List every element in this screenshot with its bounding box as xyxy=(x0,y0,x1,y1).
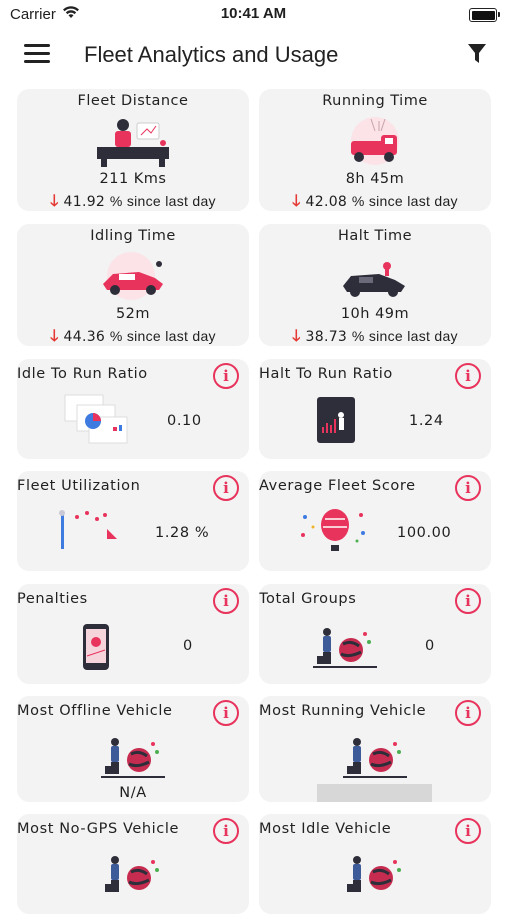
card-label: Fleet Utilization xyxy=(17,478,141,494)
charts-illustration xyxy=(63,391,129,451)
info-icon[interactable]: i xyxy=(213,475,239,501)
card-delta: 🡓 41.92 % since last day xyxy=(17,190,249,211)
halt-time-card[interactable]: Halt Time 10h 49m 🡓 38.73 % since last d… xyxy=(259,224,491,346)
hamburger-menu-icon[interactable] xyxy=(24,44,50,66)
running-time-card[interactable]: Running Time 8h 45m 🡓 42.08 % since last… xyxy=(259,89,491,211)
most-idle-vehicle-card[interactable]: Most Idle Vehicle i xyxy=(259,814,491,914)
down-arrow-icon: 🡓 xyxy=(292,191,301,210)
card-value: 8h 45m xyxy=(345,171,405,187)
card-value: 211 Kms xyxy=(99,171,167,187)
card-label: Average Fleet Score xyxy=(259,478,416,494)
halt-to-run-ratio-card[interactable]: Halt To Run Ratio i 1.24 xyxy=(259,359,491,459)
status-bar: Carrier 10:41 AM xyxy=(0,0,507,30)
globe-person-illustration xyxy=(313,624,379,674)
total-groups-card[interactable]: Total Groups i 0 xyxy=(259,584,491,684)
utilization-illustration xyxy=(53,507,123,561)
card-label: Halt To Run Ratio xyxy=(259,366,393,382)
down-arrow-icon: 🡓 xyxy=(50,326,59,345)
red-truck-illustration xyxy=(335,115,415,171)
delta-value: 44.36 xyxy=(63,329,106,345)
most-offline-vehicle-card[interactable]: Most Offline Vehicle i N/A xyxy=(17,696,249,802)
card-delta: 🡓 44.36 % since last day xyxy=(17,325,249,346)
tablet-illustration xyxy=(313,395,357,449)
card-delta: 🡓 38.73 % since last day xyxy=(259,325,491,346)
card-value: N/A xyxy=(119,785,147,801)
globe-person-illustration xyxy=(101,734,167,784)
delta-text: % since last day xyxy=(109,193,216,209)
average-fleet-score-card[interactable]: Average Fleet Score i 100.00 xyxy=(259,471,491,571)
card-label: Most No-GPS Vehicle xyxy=(17,821,180,837)
card-value: 52m xyxy=(115,306,151,322)
info-icon[interactable]: i xyxy=(455,588,481,614)
card-value: 1.24 xyxy=(409,413,444,429)
card-label: Fleet Distance xyxy=(77,93,189,109)
info-icon[interactable]: i xyxy=(455,475,481,501)
status-time: 10:41 AM xyxy=(220,5,287,22)
card-value: 0.10 xyxy=(167,413,202,429)
balloon-illustration xyxy=(299,507,369,561)
info-icon[interactable]: i xyxy=(213,700,239,726)
info-icon[interactable]: i xyxy=(455,700,481,726)
card-value: 0 xyxy=(183,638,193,654)
card-label: Running Time xyxy=(322,93,428,109)
card-value: 100.00 xyxy=(397,525,452,541)
dark-car-illustration xyxy=(335,250,415,306)
globe-person-illustration xyxy=(101,852,167,902)
card-label: Most Running Vehicle xyxy=(259,703,427,719)
card-label: Halt Time xyxy=(337,228,413,244)
card-label: Penalties xyxy=(17,591,88,607)
idling-time-card[interactable]: Idling Time 52m 🡓 44.36 % since last day xyxy=(17,224,249,346)
card-label: Idle To Run Ratio xyxy=(17,366,148,382)
penalties-card[interactable]: Penalties i 0 xyxy=(17,584,249,684)
most-running-vehicle-card[interactable]: Most Running Vehicle i xyxy=(259,696,491,802)
down-arrow-icon: 🡓 xyxy=(292,326,301,345)
delta-value: 38.73 xyxy=(305,329,348,345)
card-value: 10h 49m xyxy=(340,306,410,322)
fleet-distance-card[interactable]: Fleet Distance 211 Kms 🡓 41.92 % since l… xyxy=(17,89,249,211)
phone-map-illustration xyxy=(81,622,111,676)
delta-value: 42.08 xyxy=(305,194,348,210)
info-icon[interactable]: i xyxy=(213,818,239,844)
delta-value: 41.92 xyxy=(63,194,106,210)
card-value: 0 xyxy=(425,638,435,654)
globe-person-illustration xyxy=(343,852,409,902)
idle-to-run-ratio-card[interactable]: Idle To Run Ratio i 0.10 xyxy=(17,359,249,459)
most-no-gps-vehicle-card[interactable]: Most No-GPS Vehicle i xyxy=(17,814,249,914)
card-label: Total Groups xyxy=(259,591,357,607)
delta-text: % since last day xyxy=(109,328,216,344)
card-label: Most Idle Vehicle xyxy=(259,821,392,837)
loading-placeholder xyxy=(317,784,432,802)
info-icon[interactable]: i xyxy=(213,363,239,389)
battery-icon xyxy=(469,8,500,22)
fleet-utilization-card[interactable]: Fleet Utilization i 1.28 % xyxy=(17,471,249,571)
info-icon[interactable]: i xyxy=(455,818,481,844)
page-title: Fleet Analytics and Usage xyxy=(84,42,339,67)
delta-text: % since last day xyxy=(351,193,458,209)
info-icon[interactable]: i xyxy=(455,363,481,389)
filter-icon[interactable] xyxy=(467,43,487,69)
card-value: 1.28 % xyxy=(155,525,210,541)
red-car-illustration xyxy=(93,250,173,306)
card-label: Most Offline Vehicle xyxy=(17,703,173,719)
info-icon[interactable]: i xyxy=(213,588,239,614)
globe-person-illustration xyxy=(343,734,409,784)
app-bar: Fleet Analytics and Usage xyxy=(0,30,507,82)
desk-illustration xyxy=(93,115,173,171)
delta-text: % since last day xyxy=(351,328,458,344)
card-delta: 🡓 42.08 % since last day xyxy=(259,190,491,211)
down-arrow-icon: 🡓 xyxy=(50,191,59,210)
card-label: Idling Time xyxy=(90,228,176,244)
